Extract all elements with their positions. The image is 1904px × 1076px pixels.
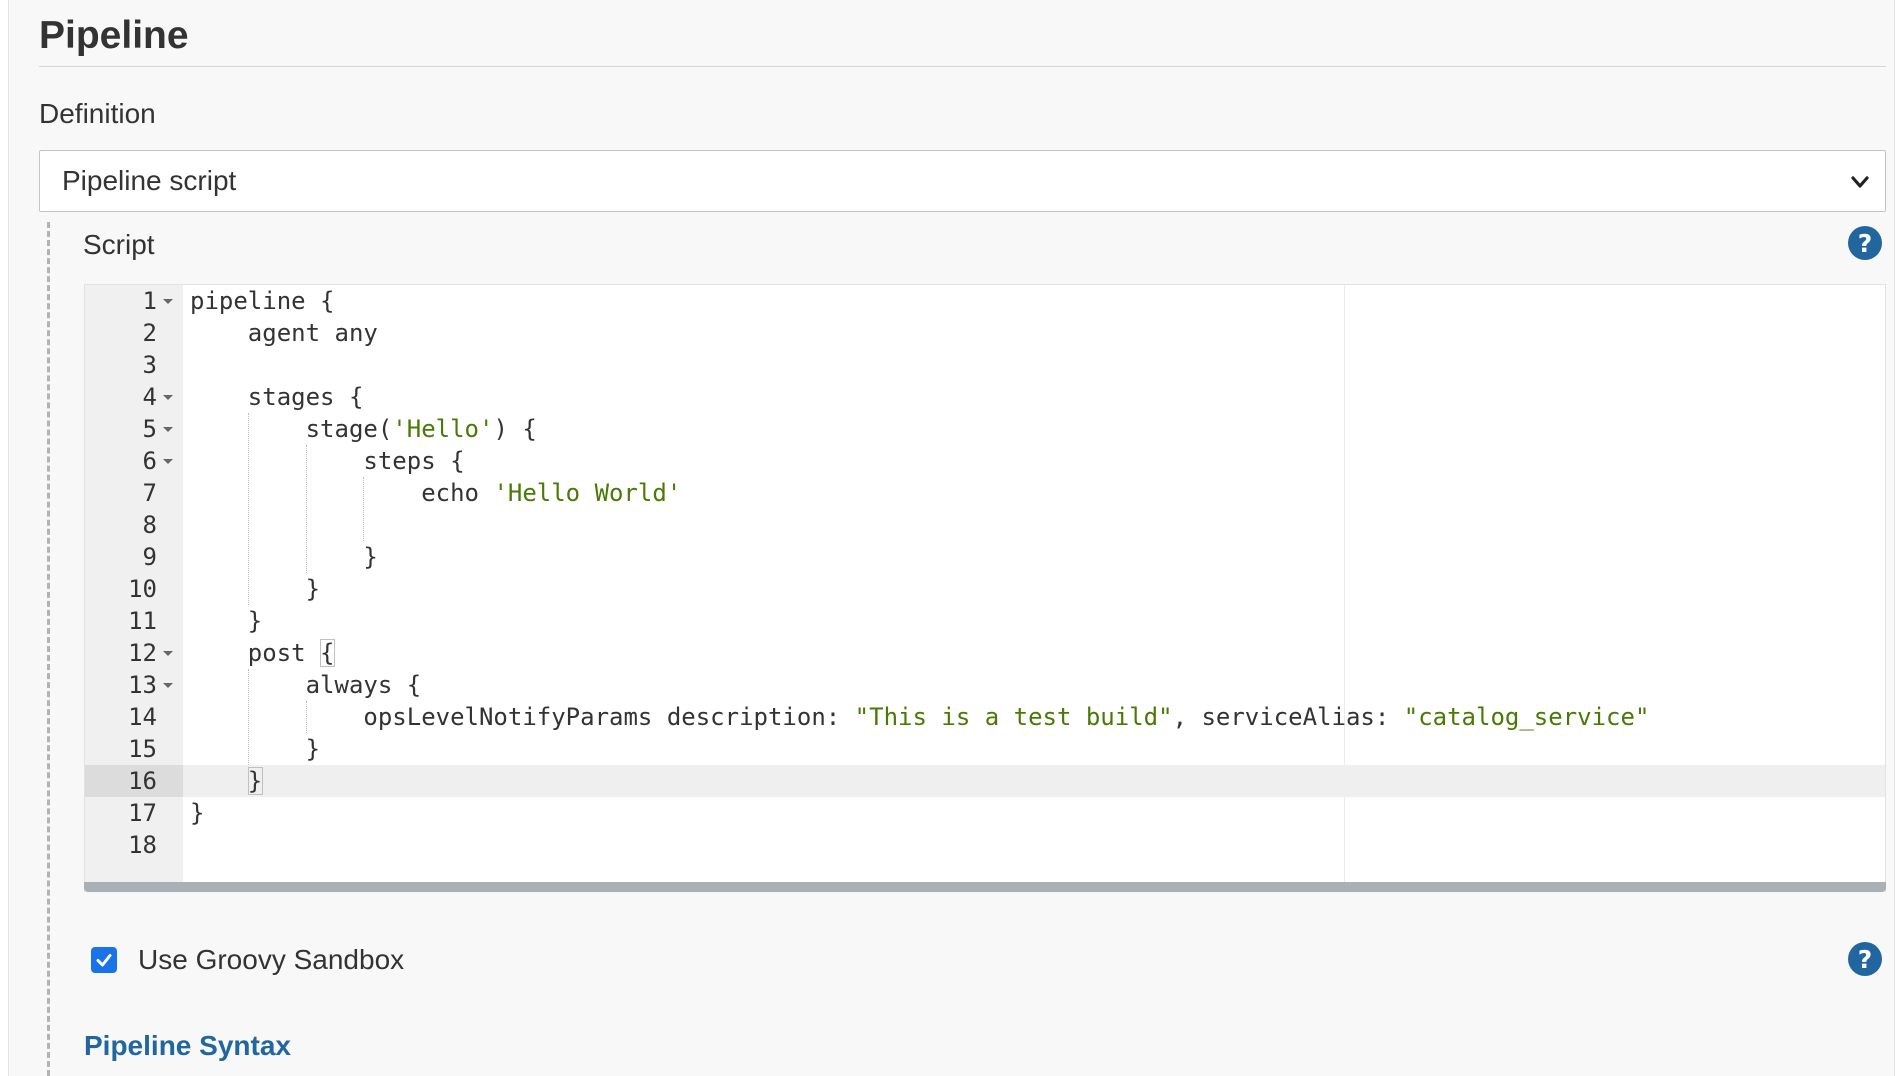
line-number: 14 bbox=[128, 703, 157, 731]
line-number: 12 bbox=[128, 639, 157, 667]
line-number: 15 bbox=[128, 735, 157, 763]
editor-horizontal-scrollbar[interactable] bbox=[84, 882, 1886, 892]
fold-toggle-icon[interactable] bbox=[163, 427, 173, 432]
groovy-sandbox-label[interactable]: Use Groovy Sandbox bbox=[138, 944, 404, 976]
script-editor[interactable]: 1 pipeline { 2 agent any 3 4 stages { 5 stage… bbox=[84, 284, 1886, 892]
script-help-icon[interactable]: ? bbox=[1848, 226, 1882, 260]
sandbox-help-icon[interactable]: ? bbox=[1848, 942, 1882, 976]
indent-guide bbox=[248, 413, 249, 605]
code-line: } bbox=[190, 799, 205, 827]
fold-toggle-icon[interactable] bbox=[163, 459, 173, 464]
chevron-down-icon bbox=[1851, 176, 1869, 188]
line-number: 5 bbox=[142, 415, 157, 443]
line-number: 10 bbox=[128, 575, 157, 603]
definition-selected-value: Pipeline script bbox=[62, 165, 237, 196]
definition-select[interactable]: Pipeline script bbox=[39, 150, 1886, 212]
indent-guide bbox=[248, 669, 249, 765]
line-number: 1 bbox=[142, 287, 157, 315]
fold-toggle-icon[interactable] bbox=[163, 299, 173, 304]
definition-label: Definition bbox=[39, 98, 156, 129]
code-line: pipeline { bbox=[190, 287, 335, 315]
code-line: steps { bbox=[190, 447, 465, 475]
code-line: } bbox=[190, 735, 321, 763]
bracket-match-highlight bbox=[320, 639, 335, 667]
line-number: 2 bbox=[142, 319, 157, 347]
fold-toggle-icon[interactable] bbox=[163, 683, 173, 688]
checkmark-icon bbox=[96, 954, 112, 967]
line-number: 3 bbox=[142, 351, 157, 379]
line-number: 8 bbox=[142, 511, 157, 539]
line-number: 17 bbox=[128, 799, 157, 827]
groovy-sandbox-checkbox[interactable] bbox=[91, 947, 117, 973]
code-line: agent any bbox=[190, 319, 378, 347]
line-number: 16 bbox=[128, 767, 157, 795]
line-number: 4 bbox=[142, 383, 157, 411]
code-line: always { bbox=[190, 671, 422, 699]
script-label: Script bbox=[83, 229, 155, 260]
active-line-highlight bbox=[85, 765, 1885, 797]
print-margin bbox=[1344, 285, 1345, 892]
indent-guide bbox=[306, 445, 307, 573]
line-number: 18 bbox=[128, 831, 157, 859]
code-line: echo 'Hello World' bbox=[190, 479, 682, 507]
code-line: stage('Hello') { bbox=[190, 415, 537, 443]
fold-toggle-icon[interactable] bbox=[163, 651, 173, 656]
pipeline-section: Pipeline Definition Pipeline script Scri… bbox=[8, 0, 1895, 1076]
code-line: post { bbox=[190, 639, 335, 667]
fold-toggle-icon[interactable] bbox=[163, 395, 173, 400]
code-line: opsLevelNotifyParams description: "This … bbox=[190, 703, 1650, 731]
line-number: 6 bbox=[142, 447, 157, 475]
line-number: 13 bbox=[128, 671, 157, 699]
code-line: } bbox=[190, 607, 263, 635]
title-divider bbox=[39, 66, 1886, 67]
pipeline-syntax-link[interactable]: Pipeline Syntax bbox=[84, 1030, 291, 1062]
line-number: 7 bbox=[142, 479, 157, 507]
indent-guide bbox=[363, 477, 364, 541]
code-line: } bbox=[190, 575, 321, 603]
nested-config-border bbox=[47, 222, 50, 1076]
code-line: } bbox=[190, 543, 378, 571]
indent-guide bbox=[306, 701, 307, 733]
line-number: 9 bbox=[142, 543, 157, 571]
bracket-match-highlight bbox=[248, 767, 263, 795]
code-line: stages { bbox=[190, 383, 364, 411]
line-number: 11 bbox=[128, 607, 157, 635]
section-title: Pipeline bbox=[39, 14, 189, 57]
